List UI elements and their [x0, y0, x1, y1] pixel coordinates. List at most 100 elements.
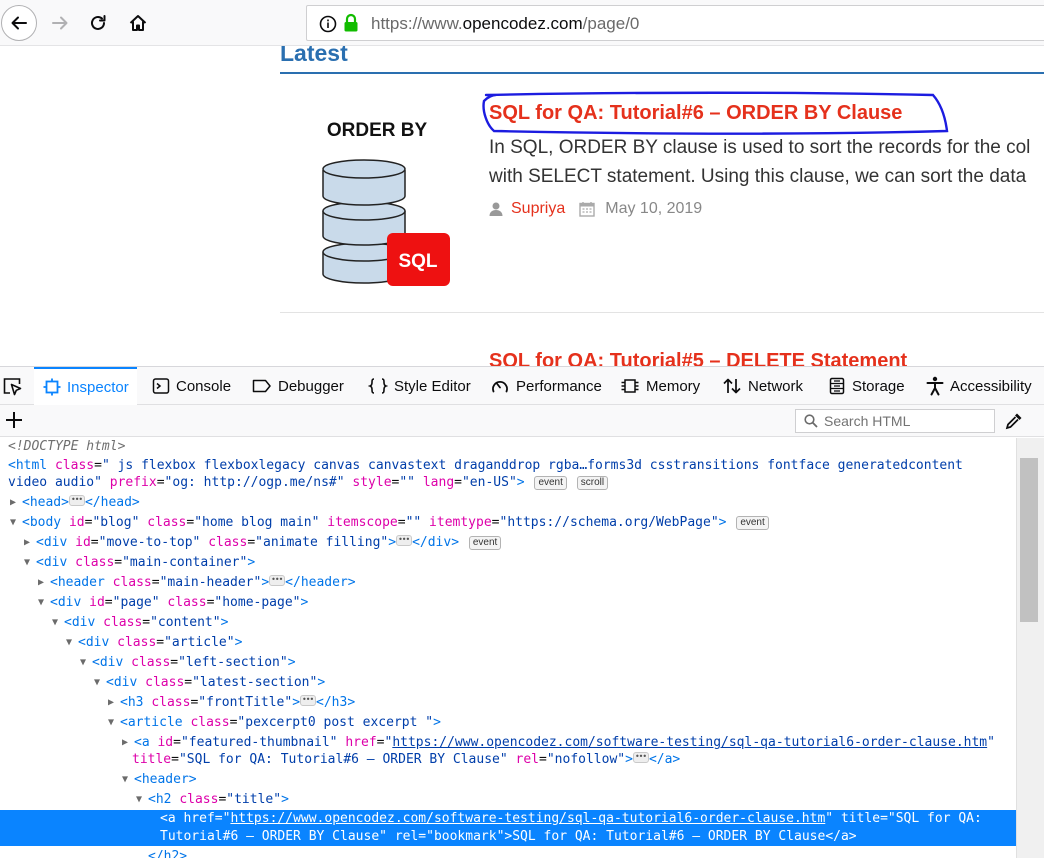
- tab-accessibility[interactable]: Accessibility: [926, 367, 1032, 405]
- element-picker-button[interactable]: [0, 367, 32, 405]
- event-badge[interactable]: event: [736, 516, 769, 530]
- performance-icon: [492, 381, 508, 393]
- markup-line-main-container[interactable]: ▼ <div class="main-container">: [22, 553, 255, 572]
- collapse-triangle-icon[interactable]: ▼: [92, 673, 102, 692]
- home-icon: [129, 15, 147, 31]
- post-excerpt-line-1: In SQL, ORDER BY clause is used to sort …: [489, 137, 1031, 158]
- tab-performance[interactable]: Performance: [490, 367, 602, 405]
- markup-line-article[interactable]: ▼ <article class="pexcerpt0 post excerpt …: [106, 713, 441, 732]
- latest-heading: Latest: [280, 46, 348, 66]
- markup-line-html-cont[interactable]: video audio" prefix="og: http://ogp.me/n…: [8, 473, 609, 492]
- memory-icon: [621, 379, 639, 393]
- page-class-value: "home-page": [214, 595, 301, 610]
- tab-debugger[interactable]: Debugger: [252, 367, 344, 405]
- back-button[interactable]: [1, 5, 37, 41]
- thumb-href-link[interactable]: https://www.opencodez.com/software-testi…: [392, 735, 987, 750]
- post-divider: [280, 312, 1044, 313]
- markup-line-move-to-top[interactable]: ▶ <div id="move-to-top" class="animate fi…: [22, 530, 502, 552]
- tab-memory[interactable]: Memory: [620, 367, 700, 405]
- markup-line-header-tag[interactable]: ▼ <header>: [120, 770, 197, 789]
- search-html-box[interactable]: [795, 409, 995, 433]
- selected-href-link[interactable]: https://www.opencodez.com/software-testi…: [230, 811, 825, 826]
- collapse-triangle-icon[interactable]: ▼: [36, 593, 46, 612]
- tab-style-editor[interactable]: Style Editor: [368, 367, 471, 405]
- scroll-badge[interactable]: scroll: [576, 476, 609, 490]
- debugger-icon: [252, 379, 271, 393]
- expand-triangle-icon[interactable]: ▶: [36, 573, 46, 592]
- collapsed-content-icon[interactable]: [396, 530, 413, 549]
- reload-button[interactable]: [80, 5, 116, 41]
- search-html-input[interactable]: [824, 413, 984, 429]
- collapsed-content-icon[interactable]: [632, 747, 649, 766]
- collapsed-content-icon[interactable]: [68, 490, 85, 509]
- event-badge[interactable]: event: [534, 476, 567, 490]
- markup-line-body[interactable]: ▼ <body id="blog" class="home blog main" …: [8, 513, 769, 532]
- heading-rule: [280, 72, 1044, 74]
- collapse-triangle-icon[interactable]: ▼: [8, 513, 18, 532]
- post-meta: Supriya May 10, 2019: [489, 200, 702, 218]
- lock-icon[interactable]: [343, 13, 359, 33]
- markup-line-selected-anchor[interactable]: <a href="https://www.opencodez.com/softw…: [0, 810, 1016, 846]
- eyedropper-icon[interactable]: [1004, 411, 1024, 431]
- body-id-value: "blog": [92, 515, 140, 530]
- markup-line-h3[interactable]: ▶<h3 class="frontTitle"></h3>: [106, 690, 355, 712]
- tab-inspector[interactable]: Inspector: [34, 367, 137, 405]
- post-author-link[interactable]: Supriya: [511, 200, 565, 218]
- collapse-triangle-icon[interactable]: ▼: [22, 553, 32, 572]
- collapse-triangle-icon[interactable]: ▼: [64, 633, 74, 652]
- article-class-value: "pexcerpt0 post excerpt ": [237, 715, 434, 730]
- body-class-value: "home blog main": [194, 515, 320, 530]
- markup-line-doctype[interactable]: <!DOCTYPE html>: [8, 438, 125, 456]
- tab-console[interactable]: Console: [152, 367, 231, 405]
- url-path: /page/0: [582, 14, 640, 33]
- expand-triangle-icon[interactable]: ▶: [22, 533, 32, 552]
- markup-line-content[interactable]: ▼ <div class="content">: [50, 613, 228, 632]
- markup-scrollbar[interactable]: [1016, 438, 1044, 858]
- collapse-triangle-icon[interactable]: ▼: [120, 770, 130, 789]
- collapsed-content-icon[interactable]: [300, 690, 317, 709]
- collapse-triangle-icon[interactable]: ▼: [106, 713, 116, 732]
- url-bar[interactable]: https://www.opencodez.com/page/0: [306, 5, 1044, 41]
- markup-line-header[interactable]: ▶<header class="main-header"></header>: [36, 570, 356, 592]
- collapse-triangle-icon[interactable]: ▼: [78, 653, 88, 672]
- expand-triangle-icon[interactable]: ▶: [120, 733, 130, 752]
- forward-button[interactable]: [42, 5, 78, 41]
- move-to-top-id-value: "move-to-top": [98, 535, 201, 550]
- doctype-text: <!DOCTYPE html>: [8, 439, 126, 454]
- markup-line-h2-close[interactable]: </h2>: [148, 847, 187, 858]
- move-to-top-class-value: "animate filling": [255, 535, 389, 550]
- expand-triangle-icon[interactable]: ▶: [8, 493, 18, 512]
- selected-title-part1: "SQL for QA:: [887, 811, 982, 826]
- markup-line-latest-section[interactable]: ▼ <div class="latest-section">: [92, 673, 325, 692]
- selected-title-part2: Tutorial#6 – ORDER BY Clause": [160, 829, 387, 844]
- calendar-icon: [579, 202, 595, 217]
- thumbnail-label: ORDER BY: [327, 120, 428, 141]
- html-class-cont: video audio": [8, 475, 102, 490]
- collapsed-content-icon[interactable]: [269, 570, 286, 589]
- markup-line-left-section[interactable]: ▼ <div class="left-section">: [78, 653, 296, 672]
- front-title-class-value: "frontTitle": [198, 695, 293, 710]
- tab-debugger-label: Debugger: [278, 377, 344, 395]
- page-viewport: Latest ORDER BY SQL SQL for QA: Tutorial…: [0, 46, 1044, 366]
- markup-line-h2[interactable]: ▼ <h2 class="title">: [134, 790, 289, 809]
- markup-line-thumb-anchor-cont[interactable]: title="SQL for QA: Tutorial#6 – ORDER BY…: [132, 747, 680, 769]
- collapse-triangle-icon[interactable]: ▼: [134, 790, 144, 809]
- event-badge[interactable]: event: [468, 536, 502, 550]
- collapse-triangle-icon[interactable]: ▼: [50, 613, 60, 632]
- scrollbar-thumb[interactable]: [1020, 458, 1038, 622]
- post-title-link[interactable]: SQL for QA: Tutorial#5 – DELETE Statemen…: [489, 350, 907, 366]
- tab-network[interactable]: Network: [722, 367, 803, 405]
- add-node-icon[interactable]: [4, 410, 24, 430]
- thumb-rel-value: "nofollow": [546, 752, 626, 767]
- element-picker-icon: [3, 378, 22, 396]
- network-icon: [723, 378, 741, 394]
- markup-line-page[interactable]: ▼ <div id="page" class="home-page">: [36, 593, 308, 612]
- info-icon[interactable]: [319, 15, 337, 33]
- home-button[interactable]: [120, 5, 156, 41]
- featured-thumbnail[interactable]: ORDER BY SQL: [300, 106, 460, 296]
- url-text[interactable]: https://www.opencodez.com/page/0: [371, 14, 639, 34]
- expand-triangle-icon[interactable]: ▶: [106, 693, 116, 712]
- tab-storage[interactable]: Storage: [828, 367, 905, 405]
- markup-line-article-div[interactable]: ▼ <div class="article">: [64, 633, 242, 652]
- markup-line-head[interactable]: ▶<head></head>: [8, 490, 140, 512]
